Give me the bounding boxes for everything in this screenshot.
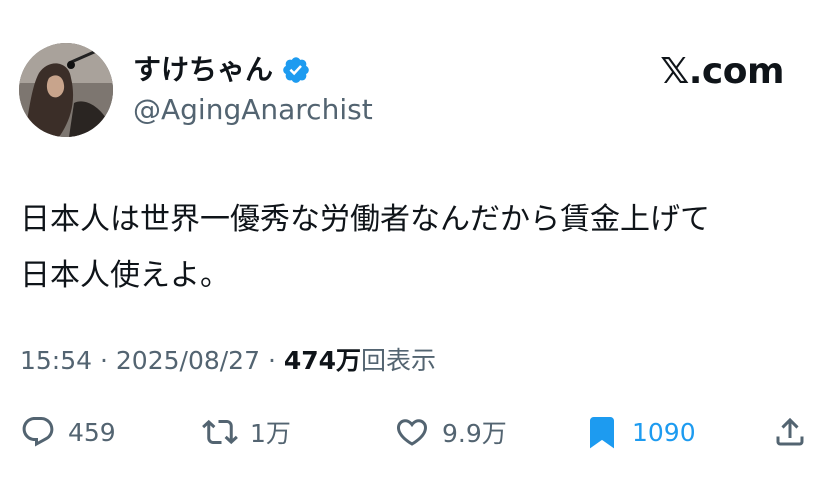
author-handle[interactable]: @AgingAnarchist xyxy=(133,92,373,128)
tweet-meta: 15:54 · 2025/08/27 · 474万回表示 xyxy=(20,343,436,379)
meta-separator: · xyxy=(267,346,276,375)
retweet-icon xyxy=(202,419,238,445)
bookmark-icon xyxy=(590,417,614,449)
tweet-time[interactable]: 15:54 xyxy=(20,346,92,375)
view-count: 474万 xyxy=(283,346,362,375)
heart-icon xyxy=(396,419,428,446)
view-label: 回表示 xyxy=(361,346,437,375)
tweet-line: 日本人は世界一優秀な労働者なんだから賃金上げて xyxy=(20,202,710,237)
author-display-name[interactable]: すけちゃん xyxy=(133,52,311,88)
like-count: 9.9万 xyxy=(442,419,507,448)
reply-icon xyxy=(22,417,54,447)
bookmark-count: 1090 xyxy=(632,417,696,447)
reply-button[interactable]: 459 xyxy=(20,410,116,454)
reply-count: 459 xyxy=(68,417,116,447)
tweet-date[interactable]: 2025/08/27 xyxy=(116,346,260,375)
x-brand-logo: 𝕏.com xyxy=(660,51,784,92)
tweet-line: 日本人使えよ。 xyxy=(20,258,230,293)
like-button[interactable]: 9.9万 xyxy=(394,410,507,454)
share-button[interactable] xyxy=(772,410,820,454)
verified-badge-icon xyxy=(281,55,311,85)
avatar[interactable] xyxy=(19,43,113,137)
retweet-count: 1万 xyxy=(250,419,291,448)
share-icon xyxy=(776,417,804,446)
bookmark-button[interactable]: 1090 xyxy=(584,410,696,454)
meta-separator: · xyxy=(100,346,108,375)
tweet-text: 日本人は世界一優秀な労働者なんだから賃金上げて 日本人使えよ。 xyxy=(20,192,810,304)
action-bar: 459 1万 9.9万 1090 xyxy=(20,410,810,454)
avatar-photo-icon xyxy=(19,43,113,137)
display-name-text: すけちゃん xyxy=(133,53,274,86)
retweet-button[interactable]: 1万 xyxy=(202,410,291,454)
